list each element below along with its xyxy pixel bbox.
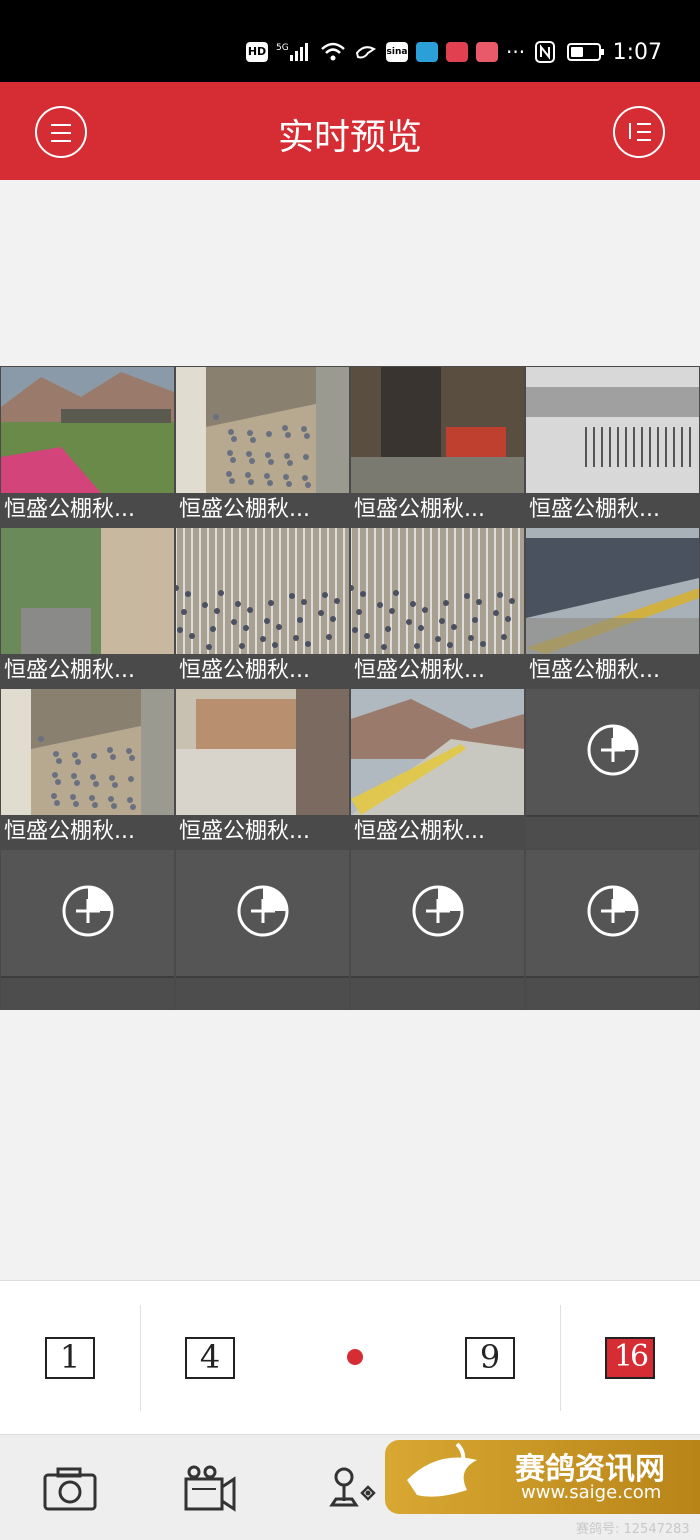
watermark-logo: 赛鸽资讯网 www.saige.com [385,1440,700,1514]
dove-logo-icon [407,1442,477,1497]
ptz-control-icon[interactable] [326,1465,382,1513]
wifi-icon [321,42,345,61]
empty-slot[interactable] [351,850,524,1009]
page-title: 实时预览 [277,117,422,158]
camera-tile[interactable]: 恒盛公棚秋... [526,528,699,687]
add-camera-icon[interactable] [586,884,640,938]
camera-tile[interactable]: 恒盛公棚秋... [351,689,524,848]
camera-feed [526,367,699,493]
record-icon[interactable] [182,1465,238,1513]
sina-app-icon: sina [386,42,408,62]
camera-feed [1,689,174,815]
heart-app-icon [446,42,468,62]
camera-feed [1,528,174,654]
bird-app-icon [355,46,376,59]
camera-tile[interactable]: 恒盛公棚秋... [1,367,174,526]
empty-caption-bar [1,976,174,1009]
divider [560,1305,561,1411]
camera-caption: 恒盛公棚秋... [526,654,699,687]
add-camera-icon[interactable] [236,884,290,938]
watermark-id: 赛鸽号: 12547283 [576,1522,690,1537]
more-icon: ··· [506,40,526,64]
camera-feed [351,689,524,815]
empty-caption-bar [526,815,699,848]
camera-feed [176,367,349,493]
camera-tile[interactable]: 恒盛公棚秋... [1,528,174,687]
camera-tile[interactable]: 恒盛公棚秋... [526,367,699,526]
camera-tile[interactable]: 恒盛公棚秋... [176,528,349,687]
status-bar: HD 5G sina ··· 1:07 [0,0,700,82]
camera-caption: 恒盛公棚秋... [526,493,699,526]
add-camera-icon[interactable] [61,884,115,938]
calendar-app-icon [476,42,498,62]
camera-tile[interactable]: 恒盛公棚秋... [351,367,524,526]
camera-caption: 恒盛公棚秋... [351,493,524,526]
battery-icon [566,43,604,61]
hd-icon: HD [246,42,268,62]
camera-feed [351,367,524,493]
camera-caption: 恒盛公棚秋... [176,654,349,687]
device-list-button[interactable] [613,106,665,158]
camera-caption: 恒盛公棚秋... [176,493,349,526]
browser-app-icon [416,42,438,62]
nfc-icon [534,41,555,63]
svg-text:5G: 5G [276,43,289,53]
layout-4-button[interactable]: 4 [185,1337,235,1379]
camera-feed [351,528,524,654]
add-camera-icon[interactable] [586,723,640,777]
empty-caption-bar [351,976,524,1009]
camera-caption: 恒盛公棚秋... [351,654,524,687]
divider [140,1305,141,1411]
clock: 1:07 [612,39,662,65]
layout-1-button[interactable]: 1 [45,1337,95,1379]
header-bar: 实时预览 [0,82,700,180]
list-icon [629,121,651,143]
layout-9-button[interactable]: 9 [465,1337,515,1379]
empty-slot[interactable] [526,850,699,1009]
camera-tile[interactable]: 恒盛公棚秋... [176,367,349,526]
add-camera-icon[interactable] [411,884,465,938]
empty-caption-bar [176,976,349,1009]
camera-feed [176,528,349,654]
camera-tile[interactable]: 恒盛公棚秋... [176,689,349,848]
status-right: 1:07 [534,36,662,68]
camera-caption: 恒盛公棚秋... [1,815,174,848]
camera-icon[interactable] [42,1465,98,1513]
empty-slot[interactable] [176,850,349,1009]
camera-feed [176,689,349,815]
status-icons: HD 5G sina ··· [246,36,525,68]
camera-caption: 恒盛公棚秋... [351,815,524,848]
signal-icon: 5G [276,43,308,61]
empty-slot[interactable] [526,689,699,848]
camera-caption: 恒盛公棚秋... [1,654,174,687]
camera-tile[interactable]: 恒盛公棚秋... [351,528,524,687]
layout-16-button[interactable]: 16 [605,1337,655,1379]
watermark-url: www.saige.com [521,1482,662,1503]
camera-tile[interactable]: 恒盛公棚秋... [1,689,174,848]
page-indicator-dot [347,1349,363,1365]
camera-feed [1,367,174,493]
camera-caption: 恒盛公棚秋... [1,493,174,526]
camera-caption: 恒盛公棚秋... [176,815,349,848]
empty-slot[interactable] [1,850,174,1009]
empty-caption-bar [526,976,699,1009]
video-grid: 恒盛公棚秋... 恒盛公棚秋... 恒盛公棚秋... 恒盛公棚秋... 恒盛公棚秋...… [0,366,700,1010]
camera-feed [526,528,699,654]
